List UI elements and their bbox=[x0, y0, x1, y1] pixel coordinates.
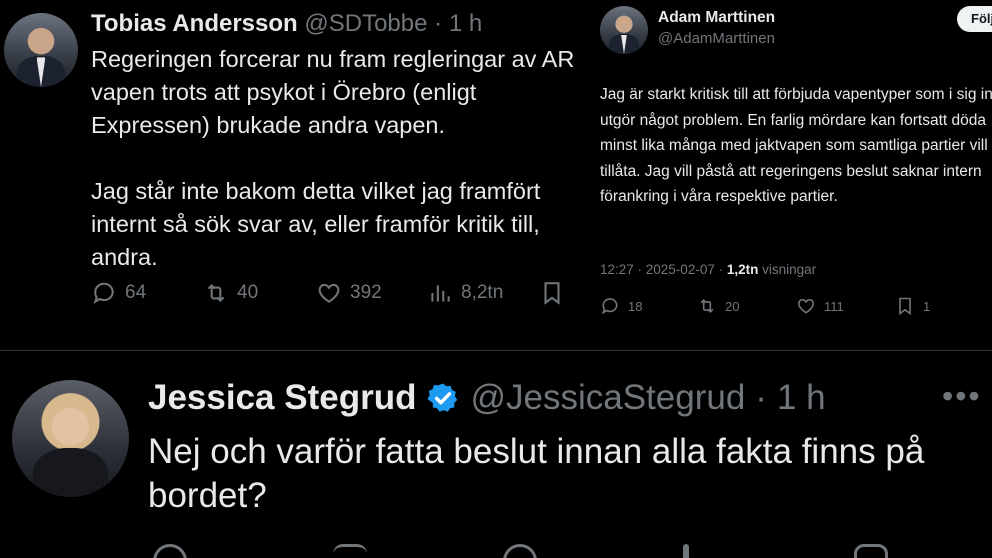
verified-badge-icon bbox=[427, 383, 458, 412]
author-name[interactable]: Adam Marttinen bbox=[658, 9, 775, 27]
reply-count: 64 bbox=[125, 282, 147, 303]
repost-button[interactable]: 40 bbox=[203, 280, 258, 306]
avatar[interactable] bbox=[4, 13, 78, 87]
bookmark-icon[interactable] bbox=[854, 544, 888, 558]
follow-button[interactable]: Följ bbox=[957, 6, 992, 32]
repost-icon[interactable] bbox=[333, 544, 367, 558]
like-count: 111 bbox=[824, 298, 844, 314]
tweet-header: Tobias Andersson @SDTobbe · 1 h bbox=[91, 10, 482, 38]
author-handle[interactable]: @AdamMarttinen bbox=[658, 30, 775, 47]
quoted-tweet-panel[interactable]: Adam Marttinen @AdamMarttinen Följ Jag ä… bbox=[587, 0, 992, 330]
tweet-text: Jag är starkt kritisk till att förbjuda … bbox=[600, 86, 992, 205]
repost-icon bbox=[700, 299, 714, 313]
heart-icon bbox=[798, 298, 814, 314]
timestamp[interactable]: 12:27 · 2025-02-07 · bbox=[600, 262, 727, 277]
tweet-header: Jessica Stegrud @JessicaStegrud · 1 h bbox=[148, 378, 826, 418]
repost-icon bbox=[207, 283, 225, 303]
analytics-icon bbox=[431, 285, 450, 302]
avatar[interactable] bbox=[12, 380, 129, 497]
reply-icon bbox=[93, 282, 114, 304]
divider bbox=[0, 350, 992, 351]
bookmark-button[interactable]: 1 bbox=[895, 296, 930, 316]
author-handle[interactable]: @JessicaStegrud bbox=[470, 378, 745, 418]
views-count: 1,2tn bbox=[726, 262, 759, 277]
heart-icon bbox=[318, 283, 340, 303]
views-label: visningar bbox=[758, 262, 817, 277]
reply-button[interactable]: 64 bbox=[91, 280, 146, 306]
author-name[interactable]: Tobias Andersson bbox=[91, 10, 298, 37]
avatar[interactable] bbox=[600, 6, 648, 54]
timestamp[interactable]: 1 h bbox=[449, 10, 482, 37]
timestamp[interactable]: 1 h bbox=[777, 378, 826, 418]
tweet-text: Nej och varför fatta beslut innan alla f… bbox=[148, 432, 935, 515]
tweet-text: Regeringen forcerar nu fram regleringar … bbox=[91, 46, 575, 270]
reply-count: 18 bbox=[628, 298, 643, 314]
separator: · bbox=[755, 378, 767, 417]
reply-button[interactable]: 18 bbox=[600, 296, 642, 316]
like-count: 392 bbox=[350, 282, 382, 303]
separator: · bbox=[434, 10, 443, 37]
tweet-meta: 12:27 · 2025-02-07 · 1,2tn visningar bbox=[600, 262, 816, 277]
views-count: 8,2tn bbox=[461, 282, 504, 303]
more-options-icon[interactable]: ••• bbox=[942, 378, 982, 415]
repost-button[interactable]: 20 bbox=[697, 296, 739, 316]
reply-icon bbox=[601, 298, 618, 315]
author-handle[interactable]: @SDTobbe bbox=[304, 10, 427, 37]
heart-icon[interactable] bbox=[503, 544, 537, 558]
author-name[interactable]: Jessica Stegrud bbox=[148, 378, 416, 418]
repost-count: 40 bbox=[237, 282, 259, 303]
analytics-icon[interactable] bbox=[683, 544, 689, 558]
like-button[interactable]: 111 bbox=[796, 296, 844, 316]
views-button[interactable]: 8,2tn bbox=[427, 280, 503, 306]
reply-icon[interactable] bbox=[153, 544, 187, 558]
like-button[interactable]: 392 bbox=[316, 280, 382, 306]
repost-count: 20 bbox=[725, 298, 740, 314]
bookmark-count: 1 bbox=[923, 298, 931, 314]
bookmark-button[interactable] bbox=[539, 280, 565, 306]
tweet-actions bbox=[148, 544, 908, 558]
bookmark-icon bbox=[544, 282, 560, 305]
bookmark-icon bbox=[899, 297, 911, 316]
